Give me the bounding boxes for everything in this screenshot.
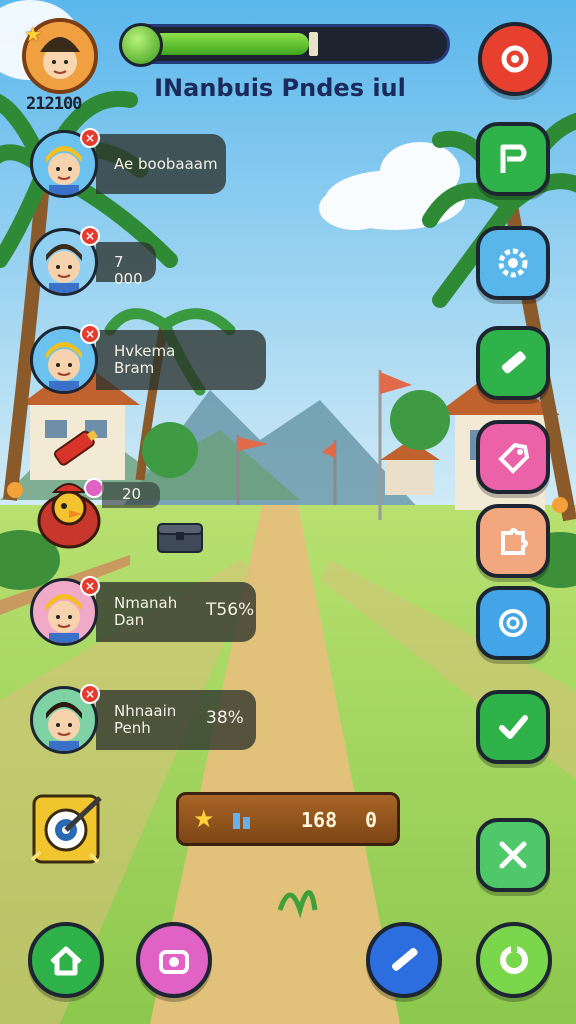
puzzle-button[interactable]: [476, 504, 550, 578]
edit-button[interactable]: [366, 922, 442, 998]
player-name: Nhnaain Penh: [114, 702, 177, 737]
puzzle-icon: [501, 528, 528, 555]
player-panel: Ae boobaaam: [96, 134, 226, 194]
player-percent: T56%: [206, 600, 255, 620]
pen-icon: [391, 947, 418, 971]
game-screen: ★ 212100 INanbuis Pndes iul Ae boobaaam ×…: [0, 0, 576, 1024]
shield-icon: [499, 609, 527, 637]
resource-value: 168: [301, 808, 338, 832]
level-title: INanbuis Pndes iul: [154, 74, 406, 102]
player-name: 7 000: [114, 252, 143, 288]
close-icon[interactable]: ×: [80, 324, 100, 344]
close-icon[interactable]: ×: [80, 576, 100, 596]
chicken-badge: [84, 478, 104, 498]
target-icon[interactable]: [28, 790, 106, 874]
home-icon: [50, 946, 82, 976]
pencil-button[interactable]: [476, 326, 550, 400]
close-icon[interactable]: ×: [80, 684, 100, 704]
flag-button[interactable]: [476, 122, 550, 196]
camera-button[interactable]: [136, 922, 212, 998]
building-icon: [231, 809, 253, 829]
leaf-gem-icon: [119, 23, 163, 67]
tag-button[interactable]: [476, 420, 550, 494]
reload-button[interactable]: [476, 922, 552, 998]
player-panel: Nmanah Dan T56%: [96, 582, 256, 642]
progress-knob: [309, 32, 318, 56]
refresh-button[interactable]: [478, 22, 552, 96]
player-name: Nmanah Dan: [114, 594, 178, 629]
refresh-icon: [501, 45, 529, 73]
chicken-value: 20: [122, 485, 142, 503]
tools-icon: [499, 841, 527, 869]
tools-button[interactable]: [476, 818, 550, 892]
player-panel: 7 000: [96, 242, 156, 287]
firecracker-icon: [48, 424, 104, 474]
check-icon: [499, 715, 528, 739]
close-icon[interactable]: ×: [80, 226, 100, 246]
star-icon: ★: [193, 805, 215, 833]
star-icon: ★: [24, 22, 42, 46]
settings-button[interactable]: [476, 226, 550, 300]
reload-icon: [500, 944, 528, 974]
close-icon[interactable]: ×: [80, 128, 100, 148]
camera-icon: [159, 950, 189, 974]
player-percent: 38%: [206, 708, 244, 728]
player-panel: Nhnaain Penh 38%: [96, 690, 256, 750]
player-name: Ae boobaaam: [114, 154, 218, 173]
resource-bar: ★ 168 0: [176, 792, 400, 846]
pencil-icon: [501, 351, 526, 374]
shield-button[interactable]: [476, 586, 550, 660]
progress-fill: [151, 33, 309, 55]
home-button[interactable]: [28, 922, 104, 998]
chest-icon[interactable]: [156, 520, 204, 558]
tag-icon: [498, 442, 530, 474]
player-name: Hvkema Bram: [114, 342, 176, 377]
player-panel: Hvkema Bram: [96, 330, 266, 390]
player-score: 212100: [26, 94, 82, 114]
level-progress-bar: [119, 23, 450, 67]
check-button[interactable]: [476, 690, 550, 764]
gear-icon: [498, 248, 528, 278]
resource-value-secondary: 0: [365, 808, 378, 832]
flag-icon: [500, 144, 527, 173]
